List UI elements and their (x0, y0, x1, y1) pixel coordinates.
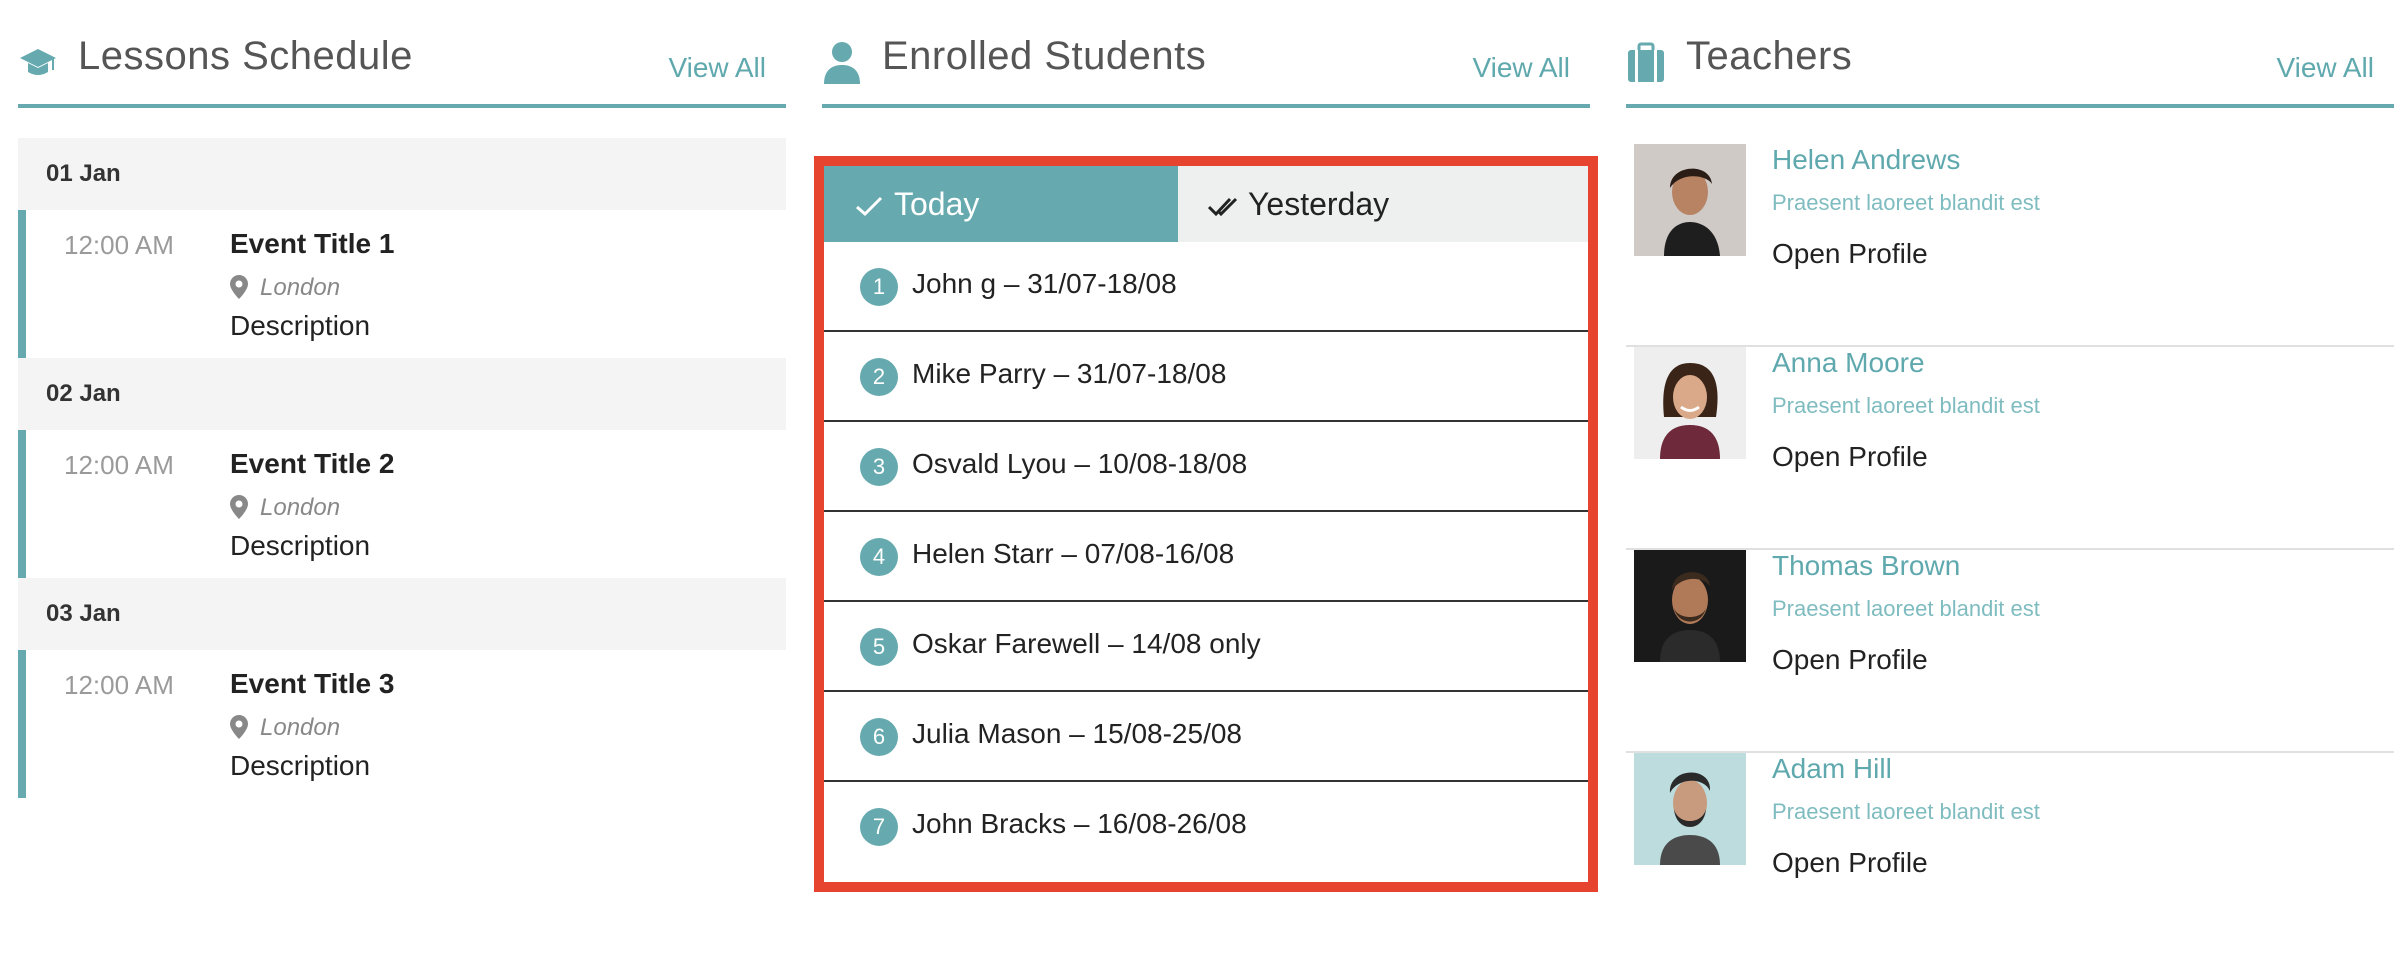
tab-today-label: Today (894, 186, 980, 222)
list-item[interactable]: 5 Oskar Farewell – 14/08 only (824, 602, 1588, 692)
briefcase-icon (1628, 42, 1664, 82)
avatar (1634, 753, 1746, 865)
enrolled-view-all-link[interactable]: View All (1472, 52, 1570, 84)
teachers-title: Teachers (1686, 34, 1853, 78)
student-number-badge: 2 (860, 358, 898, 396)
teacher-name[interactable]: Thomas Brown (1772, 550, 1960, 582)
event-location-text: London (260, 494, 341, 521)
teacher-subtitle: Praesent laoreet blandit est (1772, 393, 2040, 418)
open-profile-link[interactable]: Open Profile (1772, 847, 1928, 879)
open-profile-link[interactable]: Open Profile (1772, 644, 1928, 676)
event-title: Event Title 1 (230, 228, 395, 259)
tab-yesterday-label: Yesterday (1248, 186, 1390, 222)
event-description: Description (230, 310, 371, 341)
student-entry: Mike Parry – 31/07-18/08 (912, 358, 1227, 389)
list-item[interactable]: 1 John g – 31/07-18/08 (824, 242, 1588, 332)
map-pin-icon (230, 715, 248, 739)
list-item[interactable]: 3 Osvald Lyou – 10/08-18/08 (824, 422, 1588, 512)
student-tabs: Today Yesterday (824, 166, 1588, 242)
list-item[interactable]: 6 Julia Mason – 15/08-25/08 (824, 692, 1588, 782)
avatar (1634, 347, 1746, 459)
list-item: Adam Hill Praesent laoreet blandit est O… (1626, 753, 2394, 956)
student-number-badge: 6 (860, 718, 898, 756)
lessons-view-all-link[interactable]: View All (668, 52, 766, 84)
student-entry: Oskar Farewell – 14/08 only (912, 628, 1261, 659)
lessons-header: Lessons Schedule View All (18, 0, 786, 108)
double-check-icon (1207, 197, 1238, 217)
day-header: 03 Jan (18, 578, 786, 650)
user-icon (824, 42, 860, 84)
event-location: London (230, 494, 340, 522)
teacher-name[interactable]: Adam Hill (1772, 753, 1892, 785)
open-profile-link[interactable]: Open Profile (1772, 441, 1928, 473)
student-entry: John Bracks – 16/08-26/08 (912, 808, 1247, 839)
event-title: Event Title 2 (230, 448, 395, 479)
teacher-photo (1634, 753, 1746, 865)
teachers-panel: Teachers View All Helen Andrews Praesent… (1626, 0, 2394, 956)
event-time: 12:00 AM (64, 670, 174, 700)
student-entry: Helen Starr – 07/08-16/08 (912, 538, 1235, 569)
enrolled-title: Enrolled Students (882, 34, 1207, 78)
open-profile-link[interactable]: Open Profile (1772, 238, 1928, 270)
lessons-panel: Lessons Schedule View All 01 Jan 12:00 A… (18, 0, 786, 798)
day-header: 01 Jan (18, 138, 786, 210)
student-entry: Julia Mason – 15/08-25/08 (912, 718, 1242, 749)
teachers-list: Helen Andrews Praesent laoreet blandit e… (1626, 144, 2394, 956)
enrolled-panel: Enrolled Students View All Today Yesterd… (814, 0, 1598, 892)
tab-today[interactable]: Today (824, 166, 1178, 242)
list-item[interactable]: 2 Mike Parry – 31/07-18/08 (824, 332, 1588, 422)
student-number-badge: 1 (860, 268, 898, 306)
event-title: Event Title 3 (230, 668, 395, 699)
student-entry: Osvald Lyou – 10/08-18/08 (912, 448, 1248, 479)
tab-yesterday[interactable]: Yesterday (1178, 166, 1588, 242)
event-description: Description (230, 750, 371, 781)
event-time: 12:00 AM (64, 450, 174, 480)
teacher-subtitle: Praesent laoreet blandit est (1772, 799, 2040, 824)
event-location-text: London (260, 274, 341, 301)
list-item: Anna Moore Praesent laoreet blandit est … (1626, 347, 2394, 550)
teacher-photo (1634, 144, 1746, 256)
check-icon (856, 196, 883, 217)
event-location: London (230, 714, 340, 742)
event-time: 12:00 AM (64, 230, 174, 260)
graduation-cap-icon (20, 49, 56, 75)
avatar (1634, 550, 1746, 662)
list-item[interactable]: 7 John Bracks – 16/08-26/08 (824, 782, 1588, 872)
enrolled-header: Enrolled Students View All (822, 0, 1590, 108)
event-item[interactable]: 12:00 AM Event Title 1 London Descriptio… (18, 210, 786, 358)
teacher-subtitle: Praesent laoreet blandit est (1772, 596, 2040, 621)
event-item[interactable]: 12:00 AM Event Title 3 London Descriptio… (18, 650, 786, 798)
lessons-title: Lessons Schedule (78, 34, 413, 78)
day-header: 02 Jan (18, 358, 786, 430)
event-location-text: London (260, 714, 341, 741)
student-entry: John g – 31/07-18/08 (912, 268, 1177, 299)
student-number-badge: 4 (860, 538, 898, 576)
teacher-name[interactable]: Helen Andrews (1772, 144, 1960, 176)
event-item[interactable]: 12:00 AM Event Title 2 London Descriptio… (18, 430, 786, 578)
map-pin-icon (230, 275, 248, 299)
teacher-photo (1634, 550, 1746, 662)
teacher-subtitle: Praesent laoreet blandit est (1772, 190, 2040, 215)
list-item: Thomas Brown Praesent laoreet blandit es… (1626, 550, 2394, 753)
student-number-badge: 5 (860, 628, 898, 666)
lessons-list: 01 Jan 12:00 AM Event Title 1 London Des… (18, 138, 786, 798)
avatar (1634, 144, 1746, 256)
student-number-badge: 3 (860, 448, 898, 486)
event-description: Description (230, 530, 371, 561)
teacher-name[interactable]: Anna Moore (1772, 347, 1925, 379)
list-item: Helen Andrews Praesent laoreet blandit e… (1626, 144, 2394, 347)
enrolled-students-box: Today Yesterday 1 John g – 31/07-18/08 2… (814, 156, 1598, 892)
map-pin-icon (230, 495, 248, 519)
list-item[interactable]: 4 Helen Starr – 07/08-16/08 (824, 512, 1588, 602)
student-number-badge: 7 (860, 808, 898, 846)
teachers-view-all-link[interactable]: View All (2276, 52, 2374, 84)
teachers-header: Teachers View All (1626, 0, 2394, 108)
event-location: London (230, 274, 340, 302)
teacher-photo (1634, 347, 1746, 459)
